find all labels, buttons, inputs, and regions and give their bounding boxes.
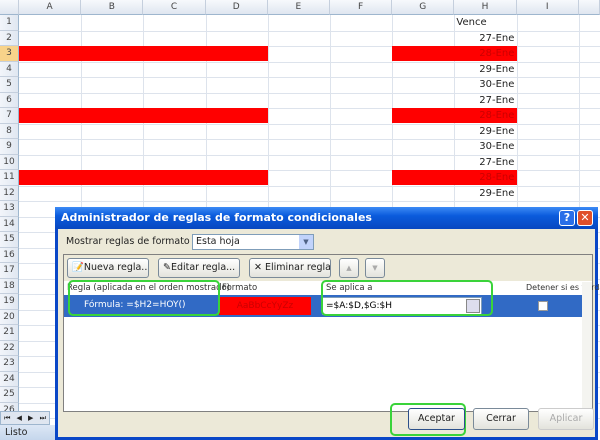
cell-H10[interactable]: 27-Ene [454,155,514,170]
row-header-25[interactable]: 25 [0,387,19,403]
row-header-4[interactable]: 4 [0,61,19,77]
delete-rule-label: Eliminar regla [264,262,331,273]
row-header-13[interactable]: 13 [0,201,19,217]
first-sheet-icon[interactable]: ⏮ [4,412,10,424]
row-header-6[interactable]: 6 [0,92,19,108]
highlight-rule [68,280,220,316]
move-up-button[interactable]: ▲ [339,258,359,278]
close-dialog-button[interactable]: Cerrar [473,408,529,430]
cell-H12[interactable]: 29-Ene [454,186,514,201]
row-header-16[interactable]: 16 [0,247,19,263]
scrollbar[interactable] [582,282,592,411]
cell-H7[interactable]: 28-Ene [454,108,514,123]
new-rule-button[interactable]: 📝Nueva regla... [67,258,149,278]
column-header-B[interactable]: B [81,0,144,15]
highlight-applies [321,280,493,316]
row-header-8[interactable]: 8 [0,123,19,139]
cell-H4[interactable]: 29-Ene [454,62,514,77]
cell-H11[interactable]: 28-Ene [454,170,514,185]
dialog-title-bar: Administrador de reglas de formato condi… [55,207,598,229]
chevron-down-icon[interactable]: ▼ [299,235,313,249]
new-rule-icon: 📝 [72,262,84,273]
column-header-I[interactable]: I [516,0,579,15]
last-sheet-icon[interactable]: ⏭ [40,412,46,424]
column-header-extra[interactable] [578,0,600,15]
cell-H6[interactable]: 27-Ene [454,93,514,108]
edit-rule-icon: ✎ [163,262,171,273]
delete-icon: ✕ [254,262,265,273]
prev-sheet-icon[interactable]: ◀ [17,412,22,424]
select-all-corner[interactable] [0,0,19,15]
gridline-h [19,201,600,202]
highlighted-range-a-d [19,108,268,123]
column-header-H[interactable]: H [454,0,517,15]
cell-H5[interactable]: 30-Ene [454,77,514,92]
row-header-7[interactable]: 7 [0,108,19,124]
row-header-11[interactable]: 11 [0,170,19,186]
cell-H3[interactable]: 28-Ene [454,46,514,61]
show-rules-select[interactable]: Esta hoja ▼ [192,234,314,250]
row-header-20[interactable]: 20 [0,309,19,325]
help-button[interactable]: ? [559,210,575,226]
conditional-format-dialog: Administrador de reglas de formato condi… [55,207,600,440]
column-header-G[interactable]: G [392,0,455,15]
rules-panel: 📝Nueva regla... ✎Editar regla... ✕ Elimi… [63,254,600,412]
apply-button[interactable]: Aplicar [538,408,594,430]
cell-H1[interactable]: Vence [454,15,514,30]
dialog-title: Administrador de reglas de formato condi… [61,211,372,224]
next-sheet-icon[interactable]: ▶ [28,412,33,424]
row-header-14[interactable]: 14 [0,216,19,232]
status-text: Listo [5,427,28,438]
row-header-9[interactable]: 9 [0,139,19,155]
highlighted-range-a-d [19,170,268,185]
column-header-C[interactable]: C [143,0,206,15]
close-button[interactable]: ✕ [577,210,593,226]
edit-rule-button[interactable]: ✎Editar regla... [158,258,240,278]
row-header-24[interactable]: 24 [0,371,19,387]
edit-rule-label: Editar regla... [170,262,236,273]
row-header-21[interactable]: 21 [0,325,19,341]
delete-rule-button[interactable]: ✕ Eliminar regla [249,258,331,278]
highlighted-range-a-d [19,46,268,61]
show-rules-value: Esta hoja [196,236,240,247]
row-header-10[interactable]: 10 [0,154,19,170]
column-header-F[interactable]: F [330,0,393,15]
row-header-3[interactable]: 3 [0,46,19,62]
new-rule-label: Nueva regla... [83,262,149,273]
row-header-17[interactable]: 17 [0,263,19,279]
move-down-button[interactable]: ▼ [365,258,385,278]
row-header-19[interactable]: 19 [0,294,19,310]
stop-if-true-checkbox[interactable] [538,301,548,311]
format-preview: AaBbCcYyZz [219,297,311,315]
row-header-12[interactable]: 12 [0,185,19,201]
row-header-18[interactable]: 18 [0,278,19,294]
row-header-15[interactable]: 15 [0,232,19,248]
row-header-1[interactable]: 1 [0,15,19,31]
column-header-A[interactable]: A [19,0,82,15]
ok-button[interactable]: Aceptar [408,408,465,430]
cell-H8[interactable]: 29-Ene [454,124,514,139]
column-header-D[interactable]: D [205,0,268,15]
row-header-23[interactable]: 23 [0,356,19,372]
sheet-nav: ⏮ ◀ ▶ ⏭ [0,411,50,425]
row-header-2[interactable]: 2 [0,30,19,46]
cell-H2[interactable]: 27-Ene [454,31,514,46]
status-bar: Listo [0,425,55,440]
column-header-E[interactable]: E [267,0,330,15]
row-header-22[interactable]: 22 [0,340,19,356]
header-format: Formato [222,283,258,293]
cell-H9[interactable]: 30-Ene [454,139,514,154]
row-header-5[interactable]: 5 [0,77,19,93]
